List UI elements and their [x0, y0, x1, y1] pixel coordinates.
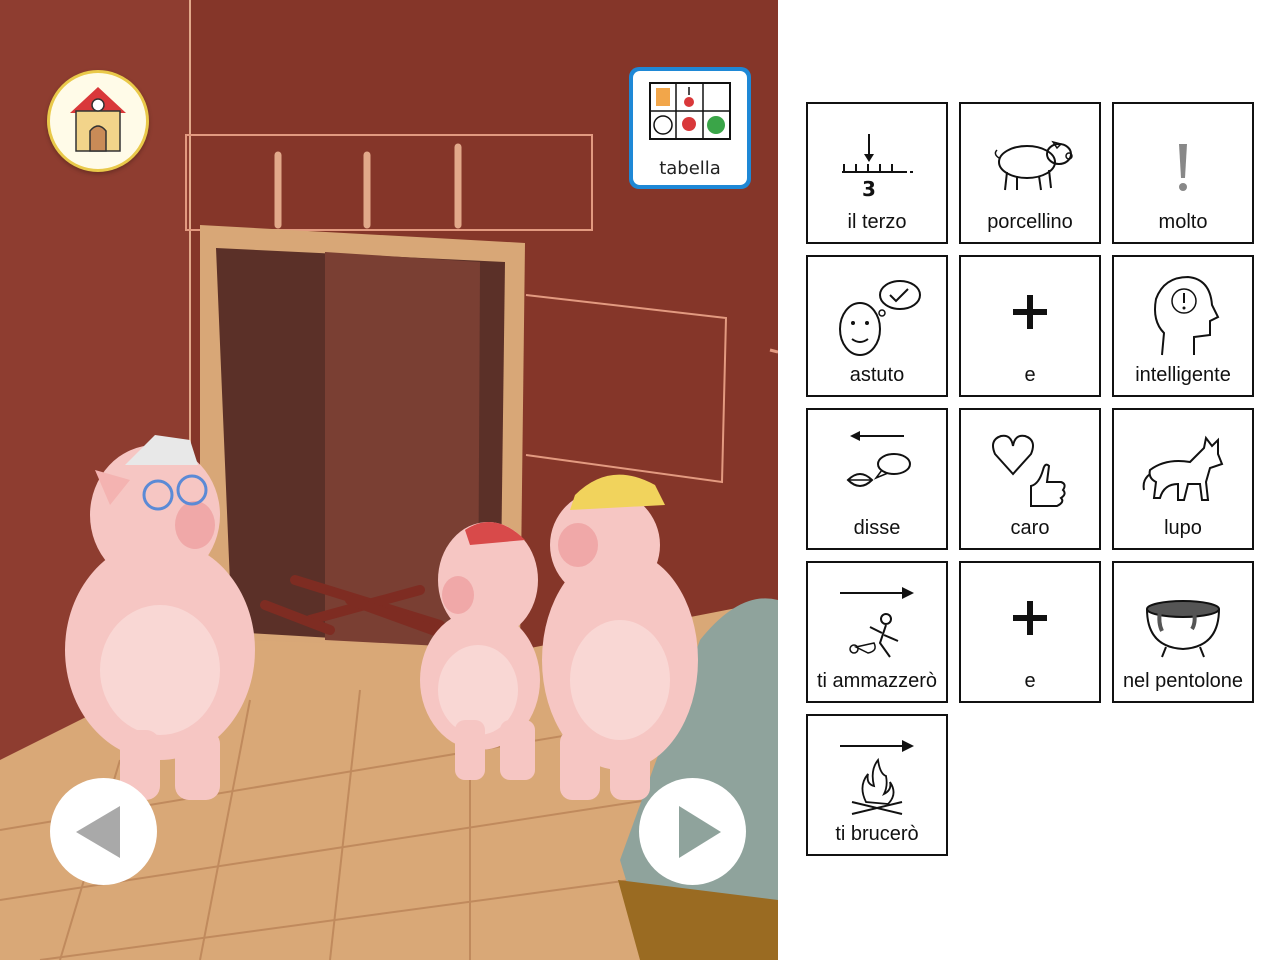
grid-pictogram-icon [649, 82, 731, 140]
symbol-card-label: lupo [1164, 517, 1202, 539]
symbol-card-label: e [1024, 364, 1036, 386]
wolf-icon [1142, 435, 1224, 501]
symbol-card-label: ti ammazzerò [816, 670, 938, 692]
cauldron-icon [1146, 600, 1220, 658]
symbol-card-label: il terzo [847, 211, 907, 233]
plus-icon [1013, 295, 1047, 329]
kill-future-icon [840, 587, 914, 658]
table-button[interactable]: tabella [629, 67, 751, 189]
house-icon [70, 87, 126, 152]
symbol-card[interactable]: ti ammazzerò [806, 561, 948, 703]
exclamation-icon [1179, 144, 1187, 191]
previous-page-button[interactable] [50, 778, 157, 885]
symbol-card[interactable]: disse [806, 408, 948, 550]
triangle-right-icon [679, 806, 721, 858]
symbol-card-label: porcellino [987, 211, 1073, 233]
symbol-card[interactable]: astuto [806, 255, 948, 397]
symbol-card[interactable]: intelligente [1112, 255, 1254, 397]
table-button-label: tabella [659, 158, 721, 179]
symbol-card[interactable]: e [959, 255, 1101, 397]
pig-icon [994, 140, 1073, 191]
symbol-card[interactable]: e [959, 561, 1101, 703]
symbol-card[interactable]: 3 il terzo [806, 102, 948, 244]
symbol-card-label: disse [853, 517, 901, 539]
symbol-card-label: e [1024, 670, 1036, 692]
thinking-face-icon [839, 280, 921, 356]
number-line-three-icon: 3 [842, 134, 916, 201]
head-exclamation-icon [1154, 275, 1220, 356]
symbol-card-label: ti brucerò [835, 823, 919, 845]
symbol-card-label: astuto [849, 364, 905, 386]
plus-icon [1013, 601, 1047, 635]
triangle-left-icon [76, 806, 120, 858]
symbol-card[interactable]: caro [959, 408, 1101, 550]
symbol-card[interactable]: nel pentolone [1112, 561, 1254, 703]
fire-future-icon [840, 740, 914, 815]
symbol-card-label: nel pentolone [1122, 670, 1244, 692]
symbol-card[interactable]: molto [1112, 102, 1254, 244]
home-button[interactable] [47, 70, 149, 172]
heart-thumb-icon [992, 434, 1066, 507]
symbol-card[interactable]: lupo [1112, 408, 1254, 550]
svg-text:3: 3 [862, 177, 876, 201]
symbol-card-label: molto [1158, 211, 1208, 233]
speaking-lips-icon [846, 431, 911, 487]
symbol-card-label: intelligente [1135, 364, 1231, 386]
symbol-card[interactable]: porcellino [959, 102, 1101, 244]
symbol-card[interactable]: ti brucerò [806, 714, 948, 856]
next-page-button[interactable] [639, 778, 746, 885]
symbol-card-label: caro [1010, 517, 1050, 539]
